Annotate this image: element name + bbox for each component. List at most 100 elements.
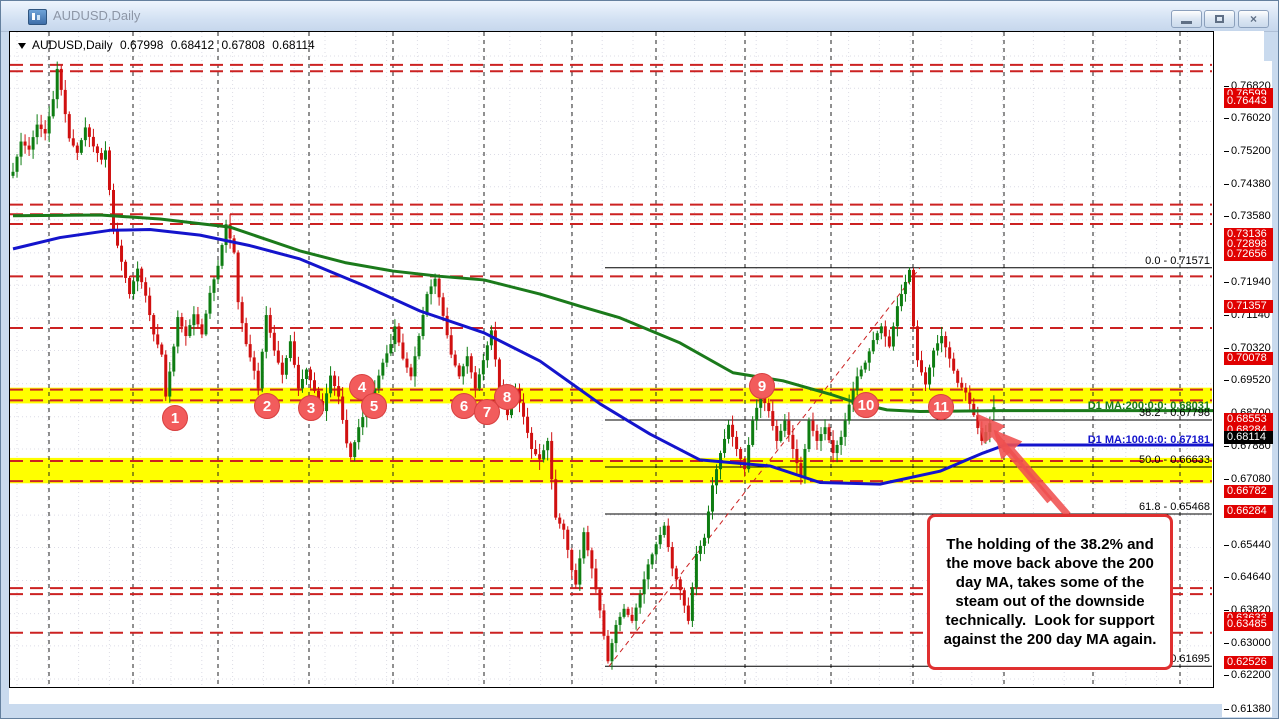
symbol-dropdown-icon	[18, 43, 26, 49]
candle	[71, 129, 75, 148]
numbered-marker: 2	[254, 393, 280, 419]
chart-window-icon	[28, 9, 47, 25]
candle	[284, 355, 288, 380]
candle	[397, 323, 401, 347]
candle	[160, 342, 164, 358]
candle	[95, 143, 99, 163]
candle	[710, 477, 714, 520]
candle	[594, 558, 598, 593]
candle	[823, 419, 827, 441]
candle	[895, 297, 899, 337]
candle	[164, 350, 168, 402]
candle	[735, 430, 739, 457]
moving-average-label: D1 MA:200:0:0: 0.68031	[1087, 399, 1210, 412]
candle	[610, 638, 614, 670]
candle	[827, 423, 831, 444]
candle	[839, 430, 843, 455]
candle	[453, 350, 457, 368]
candle	[385, 345, 389, 368]
candle	[292, 331, 296, 368]
quote-open: 0.67998	[120, 38, 164, 52]
window-titlebar[interactable]: AUDUSD,Daily ×	[1, 1, 1278, 32]
candle	[887, 329, 891, 349]
candle	[530, 427, 534, 459]
candle	[224, 219, 228, 253]
candle	[546, 437, 550, 461]
candle	[39, 114, 43, 138]
candle	[682, 587, 686, 613]
candle	[55, 61, 59, 109]
candle	[144, 277, 148, 303]
numbered-marker: 10	[853, 392, 879, 418]
minimize-button[interactable]	[1171, 10, 1202, 28]
close-button[interactable]: ×	[1238, 10, 1269, 28]
numbered-marker: 11	[928, 394, 954, 420]
candle	[534, 440, 538, 456]
numbered-marker: 1	[162, 405, 188, 431]
candle	[674, 565, 678, 588]
candle	[103, 141, 107, 168]
candle	[819, 427, 823, 452]
candle	[124, 259, 128, 283]
restore-button[interactable]	[1204, 10, 1235, 28]
price-level-label: 0.72656	[1224, 247, 1273, 261]
price-level-label: 0.63485	[1224, 617, 1273, 631]
quote-symbol: AUDUSD,Daily	[32, 38, 113, 52]
candle	[401, 333, 405, 361]
minimize-icon	[1181, 21, 1192, 24]
candle	[590, 547, 594, 579]
candle	[924, 366, 928, 391]
quote-bar: AUDUSD,Daily 0.67998 0.68412 0.67808 0.6…	[18, 38, 319, 52]
quote-low: 0.67808	[221, 38, 265, 52]
candle	[272, 324, 276, 356]
candle	[148, 287, 152, 322]
candle	[99, 147, 103, 165]
candle	[650, 552, 654, 569]
quote-close: 0.68114	[272, 38, 315, 52]
price-chart[interactable]: AUDUSD,Daily 0.67998 0.68412 0.67808 0.6…	[9, 31, 1214, 688]
candle	[911, 267, 915, 329]
numbered-marker: 8	[494, 384, 520, 410]
quote-high: 0.68412	[170, 38, 215, 52]
price-level-label: 0.62526	[1224, 656, 1273, 670]
candle	[232, 235, 236, 255]
candle	[280, 355, 284, 384]
candle	[920, 350, 924, 376]
candle	[570, 548, 574, 580]
price-level-label: 0.70078	[1224, 351, 1273, 365]
candle	[582, 527, 586, 564]
candle	[574, 563, 578, 589]
candle	[783, 414, 787, 438]
candle	[477, 368, 481, 391]
price-level-label: 0.66782	[1224, 484, 1273, 498]
price-level-label: 0.66284	[1224, 504, 1273, 518]
candle	[176, 310, 180, 354]
candle	[622, 603, 626, 619]
candle	[304, 367, 308, 385]
candle	[349, 441, 353, 460]
moving-average-label: D1 MA:100:0:0: 0.67181	[1087, 433, 1210, 446]
fibonacci-label: 61.8 - 0.65468	[1139, 501, 1210, 514]
y-axis-tick-label: 0.64640	[1224, 570, 1271, 583]
chart-client-area: AUDUSD,Daily 0.67998 0.68412 0.67808 0.6…	[9, 31, 1273, 717]
candle	[449, 328, 453, 359]
candle	[702, 533, 706, 555]
candle	[755, 399, 759, 431]
candle	[936, 334, 940, 356]
candle	[59, 65, 63, 96]
candle	[723, 429, 727, 458]
candle	[15, 154, 19, 178]
candle	[948, 341, 952, 368]
candle	[883, 320, 887, 347]
price-axis[interactable]: 0.768200.760200.752000.743800.735800.727…	[1222, 61, 1273, 717]
candle	[244, 317, 248, 347]
y-axis-tick-label: 0.63000	[1224, 637, 1271, 650]
candle	[260, 348, 264, 393]
candle	[63, 79, 67, 123]
candle	[228, 214, 232, 249]
y-axis-tick-label: 0.65440	[1224, 538, 1271, 551]
numbered-marker: 6	[451, 393, 477, 419]
y-axis-tick-label: 0.62200	[1224, 669, 1271, 682]
candle	[698, 540, 702, 562]
candle	[51, 90, 55, 119]
